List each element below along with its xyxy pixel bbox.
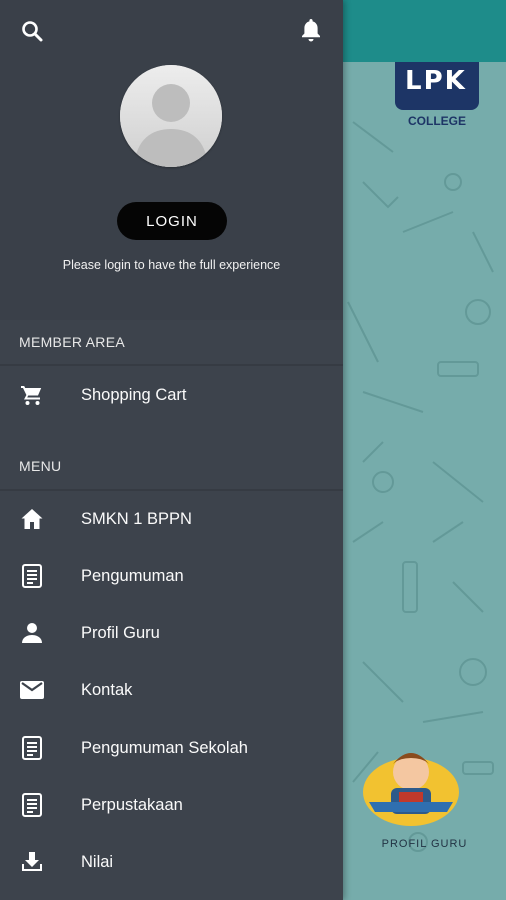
drawer-item-label: Kontak bbox=[81, 680, 133, 699]
avatar[interactable] bbox=[120, 65, 222, 167]
member-area-title: MEMBER AREA bbox=[19, 334, 125, 350]
document-icon bbox=[19, 735, 45, 761]
drawer-item-pengumuman[interactable]: Pengumuman bbox=[0, 548, 343, 604]
person-icon bbox=[19, 620, 45, 646]
download-icon bbox=[19, 849, 45, 875]
lpk-logo: LPK bbox=[395, 62, 479, 110]
divider bbox=[0, 364, 343, 366]
drawer-item-pengumuman-sekolah[interactable]: Pengumuman Sekolah bbox=[0, 720, 343, 776]
drawer-item-kontak[interactable]: Kontak bbox=[0, 662, 343, 718]
drawer-item-profil-guru[interactable]: Profil Guru bbox=[0, 605, 343, 661]
logo-text: LPK bbox=[405, 66, 467, 96]
drawer-item-label: Nilai bbox=[81, 852, 114, 871]
drawer-item-shopping-cart[interactable]: Shopping Cart bbox=[0, 367, 343, 423]
drawer-item-smkn-1-bppn[interactable]: SMKN 1 BPPN bbox=[0, 491, 343, 547]
mail-icon bbox=[19, 677, 45, 703]
logo-subtitle: COLLEGE bbox=[407, 114, 466, 128]
menu-title: MENU bbox=[19, 458, 62, 474]
drawer-item-label: Pengumuman Sekolah bbox=[81, 738, 248, 757]
app-toolbar bbox=[343, 0, 506, 62]
teacher-badge-illustration bbox=[363, 753, 459, 826]
profil-guru-caption: PROFIL GURU bbox=[381, 838, 468, 850]
drawer-item-label: Profil Guru bbox=[81, 623, 160, 642]
home-icon bbox=[19, 506, 45, 532]
drawer-item-label: SMKN 1 BPPN bbox=[81, 509, 192, 528]
login-button[interactable]: LOGIN bbox=[117, 202, 227, 240]
document-icon bbox=[19, 563, 45, 589]
navigation-drawer: LOGIN Please login to have the full expe… bbox=[0, 0, 343, 900]
drawer-item-label: Shopping Cart bbox=[81, 385, 187, 404]
cart-icon bbox=[19, 382, 45, 408]
drawer-item-perpustakaan[interactable]: Perpustakaan bbox=[0, 777, 343, 833]
login-hint-text: Please login to have the full experience bbox=[62, 258, 281, 272]
bell-icon[interactable] bbox=[297, 16, 325, 44]
background-app: LPK COLLEGE PROFIL GURU bbox=[343, 0, 506, 900]
drawer-item-label: Perpustakaan bbox=[81, 795, 183, 814]
search-icon[interactable] bbox=[18, 17, 46, 45]
drawer-item-nilai[interactable]: Nilai bbox=[0, 834, 343, 890]
drawer-item-label: Pengumuman bbox=[81, 566, 184, 585]
document-icon bbox=[19, 792, 45, 818]
